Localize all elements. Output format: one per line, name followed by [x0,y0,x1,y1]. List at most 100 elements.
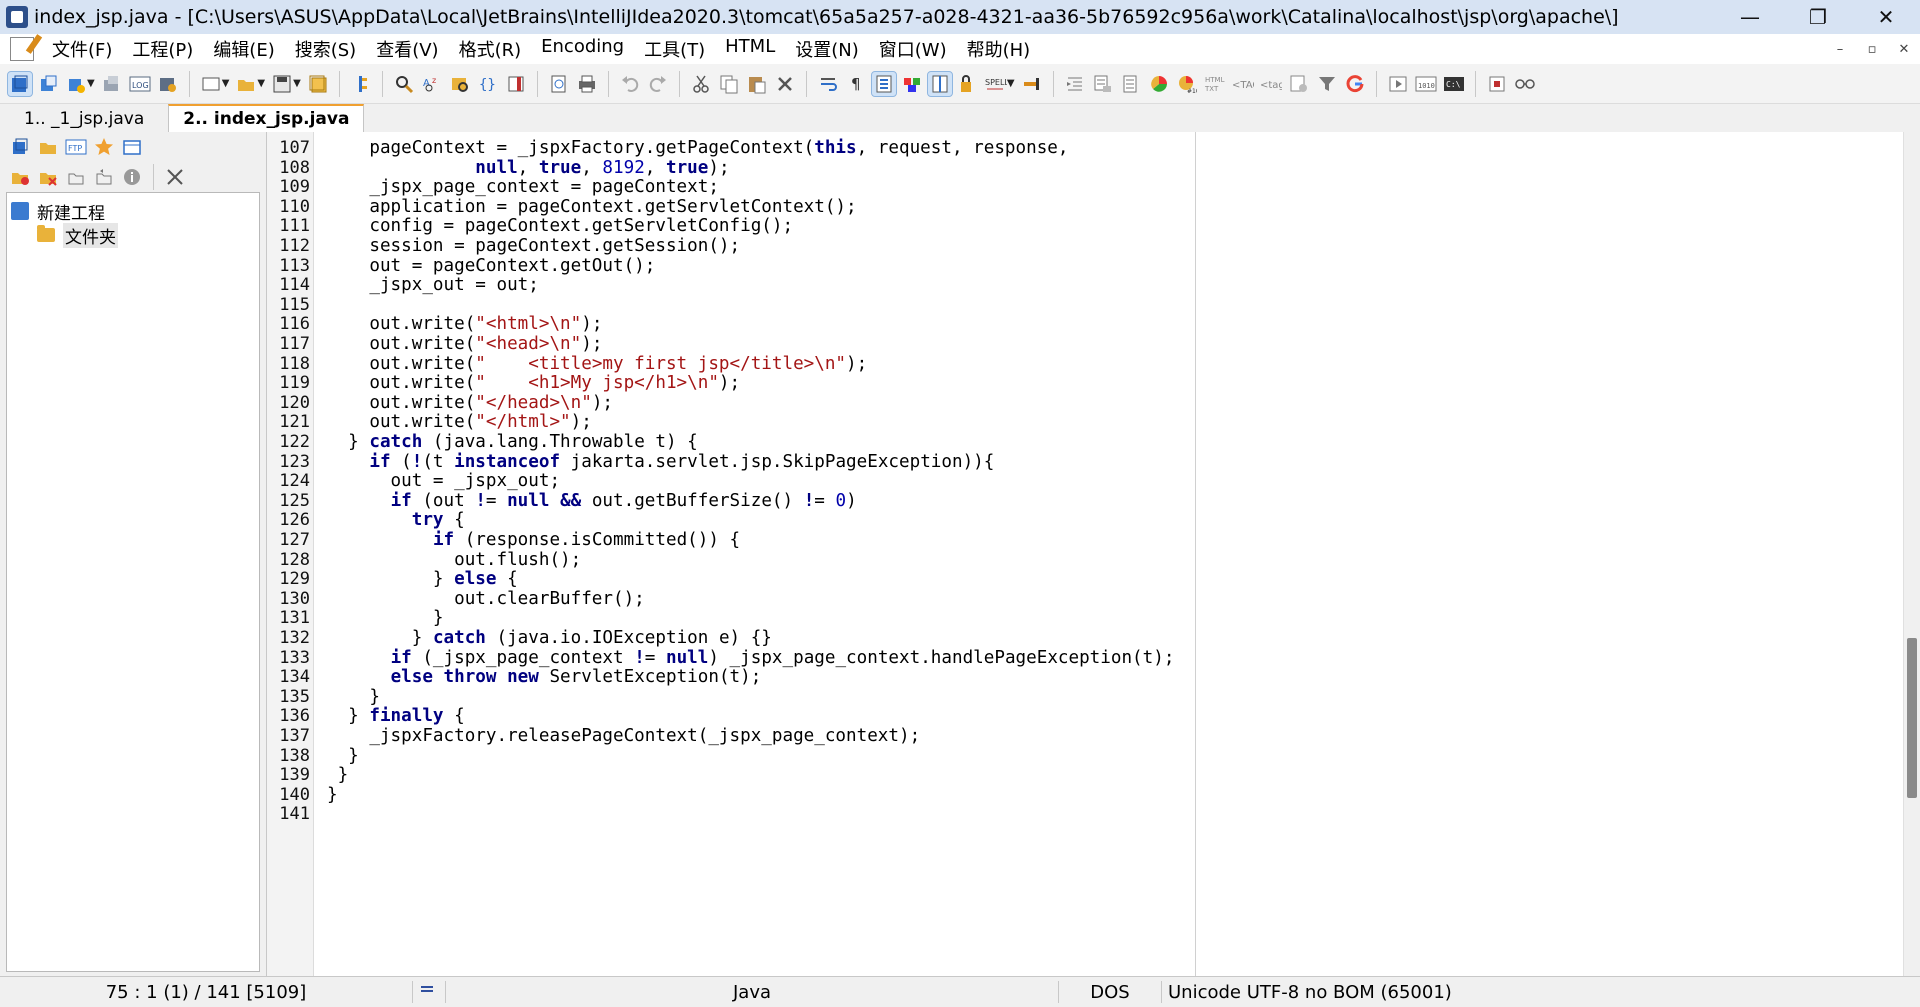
toggle-project-icon[interactable] [7,70,33,97]
chevron-down-icon[interactable]: ▼ [257,78,265,89]
code-editor[interactable]: 107 pageContext = _jspxFactory.getPageCo… [266,132,1920,976]
info-icon[interactable] [120,165,144,189]
sort-icon[interactable] [1119,72,1143,96]
toolbar-separator [1052,70,1054,97]
project-save-icon[interactable] [64,72,88,96]
html-validate-icon[interactable] [1287,72,1311,96]
project-settings-icon[interactable] [156,72,180,96]
remove-folder-icon[interactable] [36,165,60,189]
pin-icon[interactable] [1020,72,1044,96]
refresh-folder-icon[interactable] [92,165,116,189]
tree-item-project[interactable]: 新建工程 [11,199,255,224]
ftp-icon[interactable]: FTP [64,135,88,159]
close-button[interactable]: ✕ [1852,0,1920,34]
read-only-icon[interactable] [956,72,980,96]
folder-icon [37,225,55,242]
match-brace-icon[interactable]: {} [476,72,500,96]
hex-view-icon[interactable]: 1010 [1414,72,1438,96]
scrollbar-thumb[interactable] [1907,638,1917,798]
chevron-down-icon[interactable]: ▼ [87,78,95,89]
menu-item[interactable]: 编辑(E) [203,36,284,62]
show-whitespace-icon[interactable]: ¶ [844,72,868,96]
cut-icon[interactable] [689,72,713,96]
menu-item[interactable]: 格式(R) [449,36,532,62]
doc-close-button[interactable]: ✕ [1888,42,1920,57]
print-icon[interactable] [575,72,599,96]
run-icon[interactable] [1386,72,1410,96]
tag-lower-icon[interactable]: <tag [1259,72,1283,96]
vertical-scrollbar[interactable] [1903,132,1920,976]
color-picker-icon[interactable] [1147,72,1171,96]
function-list-icon[interactable] [349,72,373,96]
format-icon[interactable] [1091,72,1115,96]
project-icon[interactable] [8,135,32,159]
menu-item[interactable]: 设置(N) [785,36,869,62]
menu-item[interactable]: 查看(V) [366,36,448,62]
tab-index-jsp-java[interactable]: 2.. index_jsp.java [168,104,365,132]
delete-icon[interactable] [773,72,797,96]
copy-icon[interactable] [717,72,741,96]
html-to-text-icon[interactable]: HTML TXT [1203,72,1227,96]
chevron-down-icon[interactable]: ▼ [293,78,301,89]
chevron-down-icon[interactable]: ▼ [1007,78,1015,89]
new-subfolder-icon[interactable] [64,165,88,189]
status-bar: 75 : 1 (1) / 141 [5109] Java DOS Unicode… [0,976,1920,1007]
ruler-icon[interactable] [926,70,953,97]
favorites-star-icon[interactable] [92,135,116,159]
menu-item[interactable]: 工程(P) [122,36,203,62]
print-preview-icon[interactable] [547,72,571,96]
color-wheel-icon[interactable]: #10 [1175,72,1199,96]
doc-minimize-button[interactable]: – [1824,42,1856,57]
google-icon[interactable] [1343,72,1367,96]
menu-item[interactable]: 帮助(H) [957,36,1041,62]
line-numbers-icon[interactable] [870,70,897,97]
new-file-icon[interactable] [199,72,223,96]
open-folder-icon[interactable] [234,72,258,96]
menu-item[interactable]: Encoding [531,36,634,62]
code-text: out.write("</html>"); [327,412,592,433]
code-line[interactable]: 141 [267,802,310,826]
project-open-icon[interactable] [36,72,60,96]
tools-icon[interactable] [163,165,187,189]
windows-list-icon[interactable] [120,135,144,159]
project-icon [11,202,29,220]
bookmark-icon[interactable] [504,72,528,96]
menu-item[interactable]: HTML [715,36,785,62]
search-icon[interactable] [392,72,416,96]
tab-1-jsp-java[interactable]: 1.. _1_jsp.java [10,106,158,132]
maximize-button[interactable]: ❐ [1784,0,1852,34]
encoding-indicator[interactable]: Unicode UTF-8 no BOM (65001) [1162,982,1458,1003]
paste-icon[interactable] [745,72,769,96]
language-indicator[interactable]: Java [446,982,1058,1003]
undo-icon[interactable] [618,72,642,96]
tag-upper-icon[interactable]: <TAG [1231,72,1255,96]
chevron-down-icon[interactable]: ▼ [222,78,230,89]
minimize-button[interactable]: — [1716,0,1784,34]
add-folder-icon[interactable] [8,165,32,189]
redo-icon[interactable] [646,72,670,96]
folder-icon[interactable] [36,135,60,159]
replace-icon[interactable]: Az [420,72,444,96]
stop-icon[interactable] [1485,72,1509,96]
console-icon[interactable]: C:\ [1442,72,1466,96]
save-all-icon[interactable] [306,72,330,96]
menu-item[interactable]: 窗口(W) [869,36,957,62]
find-in-files-icon[interactable] [448,72,472,96]
code-text: out.clearBuffer(); [327,588,645,609]
tree-item-folder[interactable]: 文件夹 [11,222,255,248]
doc-restore-button[interactable]: ▫ [1856,42,1888,57]
syntax-highlight-icon[interactable] [900,72,924,96]
view-in-browser-icon[interactable] [1513,72,1537,96]
word-wrap-icon[interactable] [816,72,840,96]
code-text: } [327,686,380,707]
line-ending-indicator[interactable]: DOS [1059,982,1161,1003]
save-icon[interactable] [270,72,294,96]
menu-item[interactable]: 工具(T) [634,36,715,62]
indent-icon[interactable] [1063,72,1087,96]
menu-item[interactable]: 搜索(S) [285,36,366,62]
spell-check-icon[interactable]: SPELL [984,72,1008,96]
menu-item[interactable]: 文件(F) [42,36,122,62]
filter-icon[interactable] [1315,72,1339,96]
close-project-icon[interactable] [100,72,124,96]
log-icon[interactable]: LOG [128,72,152,96]
